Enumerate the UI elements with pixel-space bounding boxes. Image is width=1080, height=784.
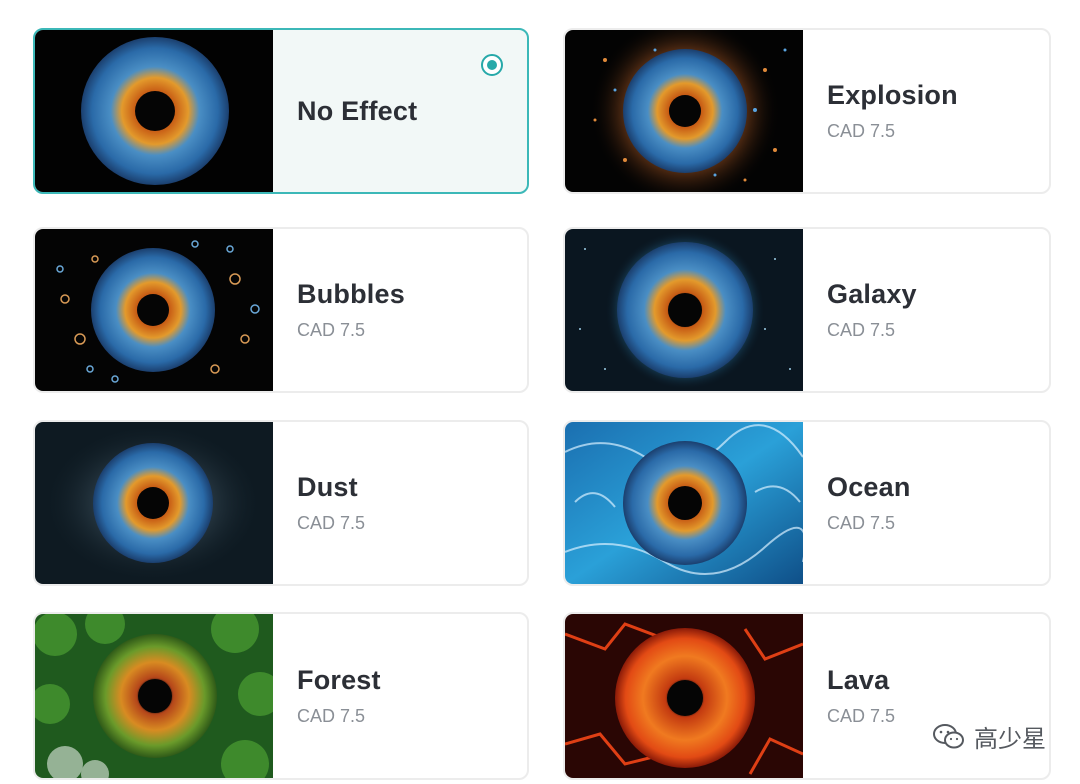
effect-title: Forest xyxy=(297,665,381,695)
effect-price: CAD 7.5 xyxy=(297,706,366,726)
effect-price: CAD 7.5 xyxy=(297,320,366,340)
effect-title: Ocean xyxy=(827,472,911,502)
effect-title: Lava xyxy=(827,665,890,695)
effect-card-explosion[interactable]: Explosion CAD 7.5 xyxy=(563,28,1051,194)
effect-title: Bubbles xyxy=(297,279,405,309)
iris-thumbnail xyxy=(565,614,803,778)
effect-title: No Effect xyxy=(297,95,418,126)
iris-thumbnail xyxy=(35,614,273,778)
iris-thumbnail xyxy=(35,30,273,192)
iris-thumbnail xyxy=(35,422,273,584)
effect-card-dust[interactable]: Dust CAD 7.5 xyxy=(33,420,529,586)
effect-card-lava[interactable]: Lava CAD 7.5 xyxy=(563,612,1051,780)
iris-thumbnail xyxy=(565,30,803,192)
wechat-icon xyxy=(932,723,966,751)
effect-price: CAD 7.5 xyxy=(827,320,896,340)
effect-price: CAD 7.5 xyxy=(827,121,896,141)
effect-title: Explosion xyxy=(827,80,958,110)
effect-price: CAD 7.5 xyxy=(297,513,366,533)
watermark: 高少星 xyxy=(932,719,1046,754)
effect-title: Galaxy xyxy=(827,279,917,309)
effect-card-bubbles[interactable]: Bubbles CAD 7.5 xyxy=(33,227,529,393)
effect-card-ocean[interactable]: Ocean CAD 7.5 xyxy=(563,420,1051,586)
iris-thumbnail xyxy=(35,229,273,391)
iris-thumbnail xyxy=(565,422,803,584)
selected-radio-icon[interactable] xyxy=(481,54,503,76)
iris-thumbnail xyxy=(565,229,803,391)
effect-card-no-effect[interactable]: No Effect xyxy=(33,28,529,194)
effect-title: Dust xyxy=(297,472,358,502)
effect-card-galaxy[interactable]: Galaxy CAD 7.5 xyxy=(563,227,1051,393)
watermark-text: 高少星 xyxy=(974,726,1046,753)
effect-price: CAD 7.5 xyxy=(827,513,896,533)
effect-card-forest[interactable]: Forest CAD 7.5 xyxy=(33,612,529,780)
